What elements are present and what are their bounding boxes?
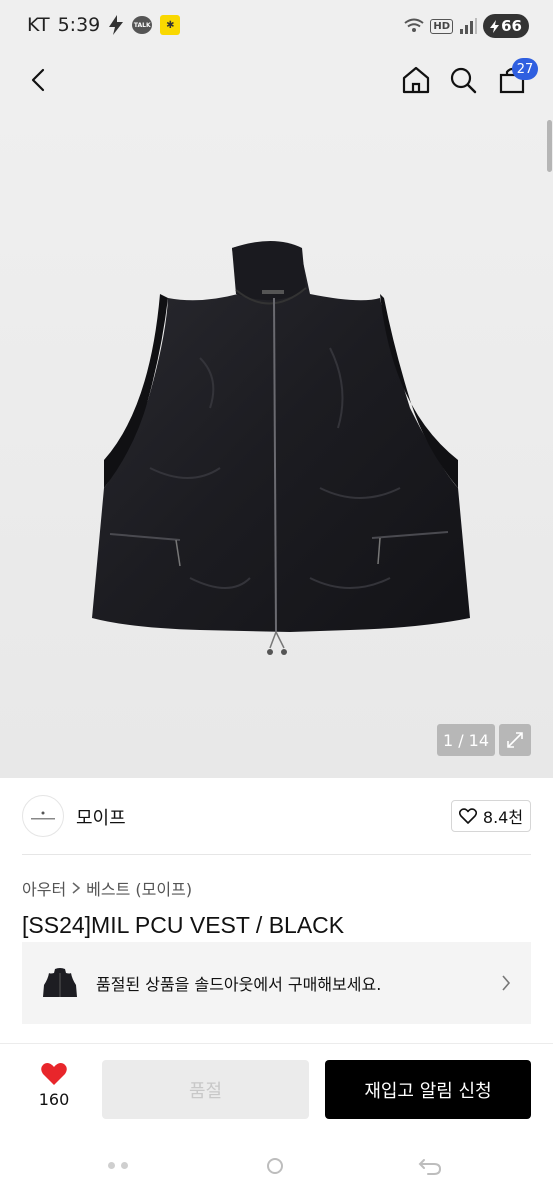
chevron-right-icon bbox=[72, 882, 81, 894]
divider bbox=[22, 854, 531, 855]
signal-icon bbox=[460, 18, 477, 34]
restock-alert-button[interactable]: 재입고 알림 신청 bbox=[325, 1060, 531, 1119]
product-image-carousel[interactable] bbox=[0, 108, 553, 778]
seller-logo[interactable] bbox=[22, 795, 64, 837]
battery-level: 66 bbox=[501, 17, 522, 35]
status-bar: KT 5:39 TALK ✱ HD 66 bbox=[0, 0, 553, 52]
breadcrumb-subcategory[interactable]: 베스트 (모이프) bbox=[86, 876, 192, 900]
system-home-button[interactable] bbox=[267, 1158, 283, 1174]
brand-logo-icon bbox=[31, 811, 55, 820]
heart-filled-icon bbox=[41, 1063, 67, 1085]
soldout-promo-banner[interactable]: 품절된 상품을 솔드아웃에서 구매해보세요. bbox=[22, 942, 531, 1024]
banner-text: 품절된 상품을 솔드아웃에서 구매해보세요. bbox=[96, 975, 382, 994]
top-navigation: 27 bbox=[0, 52, 553, 108]
carrier-label: KT bbox=[27, 14, 50, 36]
vest-thumbnail-icon bbox=[43, 968, 77, 997]
search-icon bbox=[450, 67, 477, 94]
battery-indicator: 66 bbox=[483, 14, 529, 38]
charging-bolt-icon bbox=[109, 15, 124, 35]
seller-like-button[interactable]: 8.4천 bbox=[451, 800, 531, 832]
heart-outline-icon bbox=[458, 808, 477, 824]
banner-thumbnail bbox=[36, 959, 84, 1007]
bottom-bar-divider bbox=[0, 1043, 553, 1044]
cart-button[interactable]: 27 bbox=[492, 58, 538, 100]
expand-icon bbox=[507, 732, 523, 748]
home-button[interactable] bbox=[396, 60, 436, 100]
cart-count-badge: 27 bbox=[512, 58, 538, 80]
recent-apps-button[interactable] bbox=[108, 1162, 128, 1169]
chevron-right-icon bbox=[502, 975, 511, 991]
product-title: [SS24]MIL PCU VEST / BLACK bbox=[22, 912, 345, 938]
notification-app-icon: ✱ bbox=[160, 15, 181, 35]
product-like-count: 160 bbox=[38, 1090, 70, 1109]
scrollbar[interactable] bbox=[547, 120, 552, 172]
fullscreen-button[interactable] bbox=[499, 724, 531, 756]
seller-name[interactable]: 모이프 bbox=[76, 804, 126, 830]
product-photo-vest bbox=[92, 241, 470, 655]
breadcrumb-category[interactable]: 아우터 bbox=[22, 876, 66, 900]
status-time: 5:39 bbox=[57, 14, 101, 36]
hd-badge: HD bbox=[430, 18, 453, 34]
soldout-button[interactable]: 품절 bbox=[102, 1060, 309, 1119]
system-back-icon[interactable] bbox=[418, 1156, 442, 1176]
image-counter: 1 / 14 bbox=[437, 724, 495, 756]
home-icon bbox=[402, 66, 430, 94]
search-button[interactable] bbox=[443, 60, 483, 100]
product-like-button[interactable]: 160 bbox=[32, 1062, 76, 1109]
breadcrumb: 아우터 베스트 (모이프) bbox=[22, 876, 192, 900]
seller-like-count: 8.4천 bbox=[482, 808, 524, 827]
battery-bolt-icon bbox=[490, 19, 500, 33]
back-button[interactable] bbox=[18, 60, 58, 100]
kakaotalk-icon: TALK bbox=[132, 16, 153, 34]
chevron-left-icon bbox=[31, 68, 45, 92]
status-left: KT 5:39 TALK ✱ bbox=[27, 14, 181, 36]
wifi-icon bbox=[404, 18, 424, 32]
status-right: HD 66 bbox=[404, 14, 529, 38]
